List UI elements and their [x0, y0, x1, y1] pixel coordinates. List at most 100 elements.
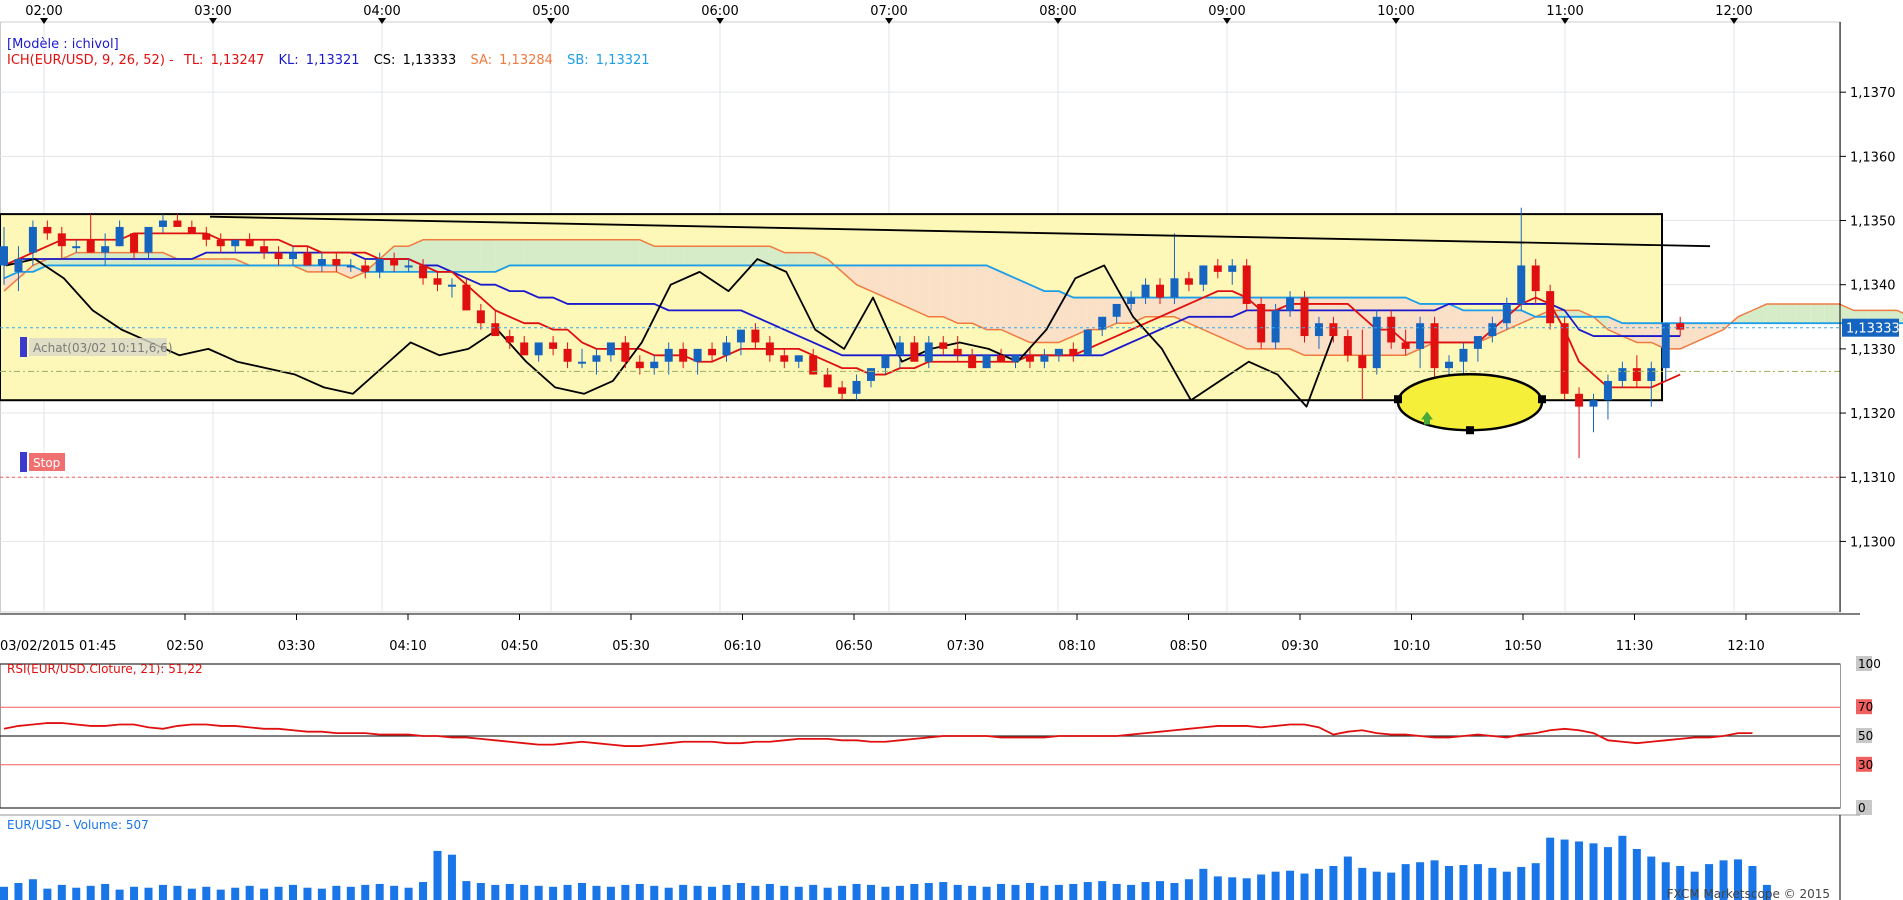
volume-bar [867, 884, 875, 900]
candle-body [1083, 329, 1092, 356]
candle-body [1488, 323, 1497, 337]
volume-title: EUR/USD - Volume: 507 [7, 818, 149, 832]
top-time-label: 08:00 [1039, 4, 1076, 19]
volume-bar [1575, 841, 1584, 900]
volume-bar [722, 884, 731, 900]
volume-bar [1213, 876, 1222, 900]
candle-body [1271, 310, 1280, 343]
bottom-time-label: 06:50 [835, 639, 872, 654]
stop-marker-label[interactable]: Stop [33, 456, 60, 470]
candle-body [1040, 355, 1049, 362]
candle-body [1531, 265, 1540, 292]
volume-bar [736, 883, 745, 900]
volume-bar [910, 883, 919, 900]
candle-body [1314, 323, 1323, 337]
volume-bar [1300, 873, 1309, 900]
volume-bar [158, 884, 167, 900]
stop-marker-handle[interactable] [20, 452, 27, 472]
indicator-title: ICH(EUR/USD, 9, 26, 52) - [7, 53, 174, 68]
candle-body [838, 387, 847, 394]
volume-bar [924, 883, 933, 900]
candle-body [1546, 291, 1555, 324]
volume-bar [1025, 883, 1034, 900]
buy-marker-label[interactable]: Achat(03/02 10:11,6,6) [33, 341, 173, 355]
volume-bar [1647, 856, 1656, 900]
candle-body [563, 348, 572, 362]
cloud-segment [712, 246, 727, 266]
cloud-segment [798, 252, 814, 266]
candle-body [1445, 361, 1453, 369]
volume-bar [1632, 849, 1641, 900]
cloud-segment [972, 265, 987, 330]
volume-bar [1343, 856, 1352, 900]
cloud-segment [1001, 271, 1016, 337]
ellipse-handle [1466, 426, 1474, 435]
candle-body [1141, 284, 1150, 298]
volume-bar [1170, 883, 1179, 900]
volume-bar [751, 885, 760, 900]
candle-body [462, 284, 471, 311]
volume-bar [1242, 878, 1251, 900]
volume-bar [303, 887, 312, 900]
candle-body [606, 342, 615, 356]
volume-bar [549, 886, 558, 900]
candle-body [1517, 265, 1526, 304]
candle-body [549, 342, 558, 349]
volume-bar [1401, 864, 1410, 900]
y-tick-label: 1,1300 [1850, 535, 1896, 550]
copyright: FXCM Marketscope © 2015 [1667, 887, 1830, 900]
top-time-label: 12:00 [1715, 4, 1752, 19]
candle-body [115, 226, 124, 247]
buy-marker-handle[interactable] [20, 337, 27, 357]
cloud-segment [307, 265, 322, 272]
volume-bar [968, 885, 977, 900]
bottom-time-label: 07:30 [947, 639, 984, 654]
rsi-level-label: 70 [1858, 700, 1873, 714]
candle-body [1228, 265, 1237, 272]
volume-bar [881, 886, 890, 900]
bottom-time-label: 06:10 [724, 639, 761, 654]
volume-bar [1040, 885, 1049, 900]
volume-bar [1618, 835, 1627, 900]
candle-body [520, 342, 529, 356]
volume-bar [375, 883, 384, 900]
candle-body [693, 348, 702, 362]
candle-body [361, 265, 370, 272]
top-time-label: 02:00 [25, 4, 62, 19]
cloud-segment [986, 265, 1002, 330]
volume-bar [1430, 860, 1439, 900]
volume-bar [1560, 839, 1569, 900]
top-time-label: 06:00 [701, 4, 738, 19]
cloud-segment [943, 265, 958, 324]
cloud-segment [957, 265, 973, 324]
volume-bar [1459, 865, 1468, 900]
candle-body [173, 220, 182, 227]
bottom-time-label: 08:10 [1058, 639, 1095, 654]
candle-body [202, 233, 211, 240]
candle-body [1358, 355, 1367, 369]
volume-bar [1603, 847, 1612, 900]
cloud-segment [538, 239, 554, 266]
candle-body [635, 361, 644, 369]
volume-bar [650, 885, 659, 900]
cloud-segment [47, 259, 62, 266]
candle-body [1286, 297, 1295, 311]
volume-bar [1546, 837, 1555, 900]
cloud-segment [596, 239, 611, 266]
y-tick-label: 1,1320 [1850, 407, 1896, 422]
bottom-time-label: 02:50 [166, 639, 203, 654]
candle-body [939, 342, 948, 349]
candle-body [1459, 348, 1468, 362]
volume-bar [28, 879, 37, 900]
candle-body [130, 233, 139, 253]
top-time-label: 11:00 [1546, 4, 1583, 19]
cloud-segment [1232, 297, 1247, 349]
volume-bar [895, 885, 904, 900]
candle-body [1473, 336, 1482, 349]
legend-sa-value: 1,13284 [499, 53, 553, 68]
cloud-segment [1795, 303, 1811, 324]
model-label: [Modèle : ichivol] [7, 37, 119, 52]
volume-bar [809, 884, 818, 900]
bottom-time-label: 12:10 [1727, 639, 1764, 654]
candle-body [28, 226, 37, 253]
